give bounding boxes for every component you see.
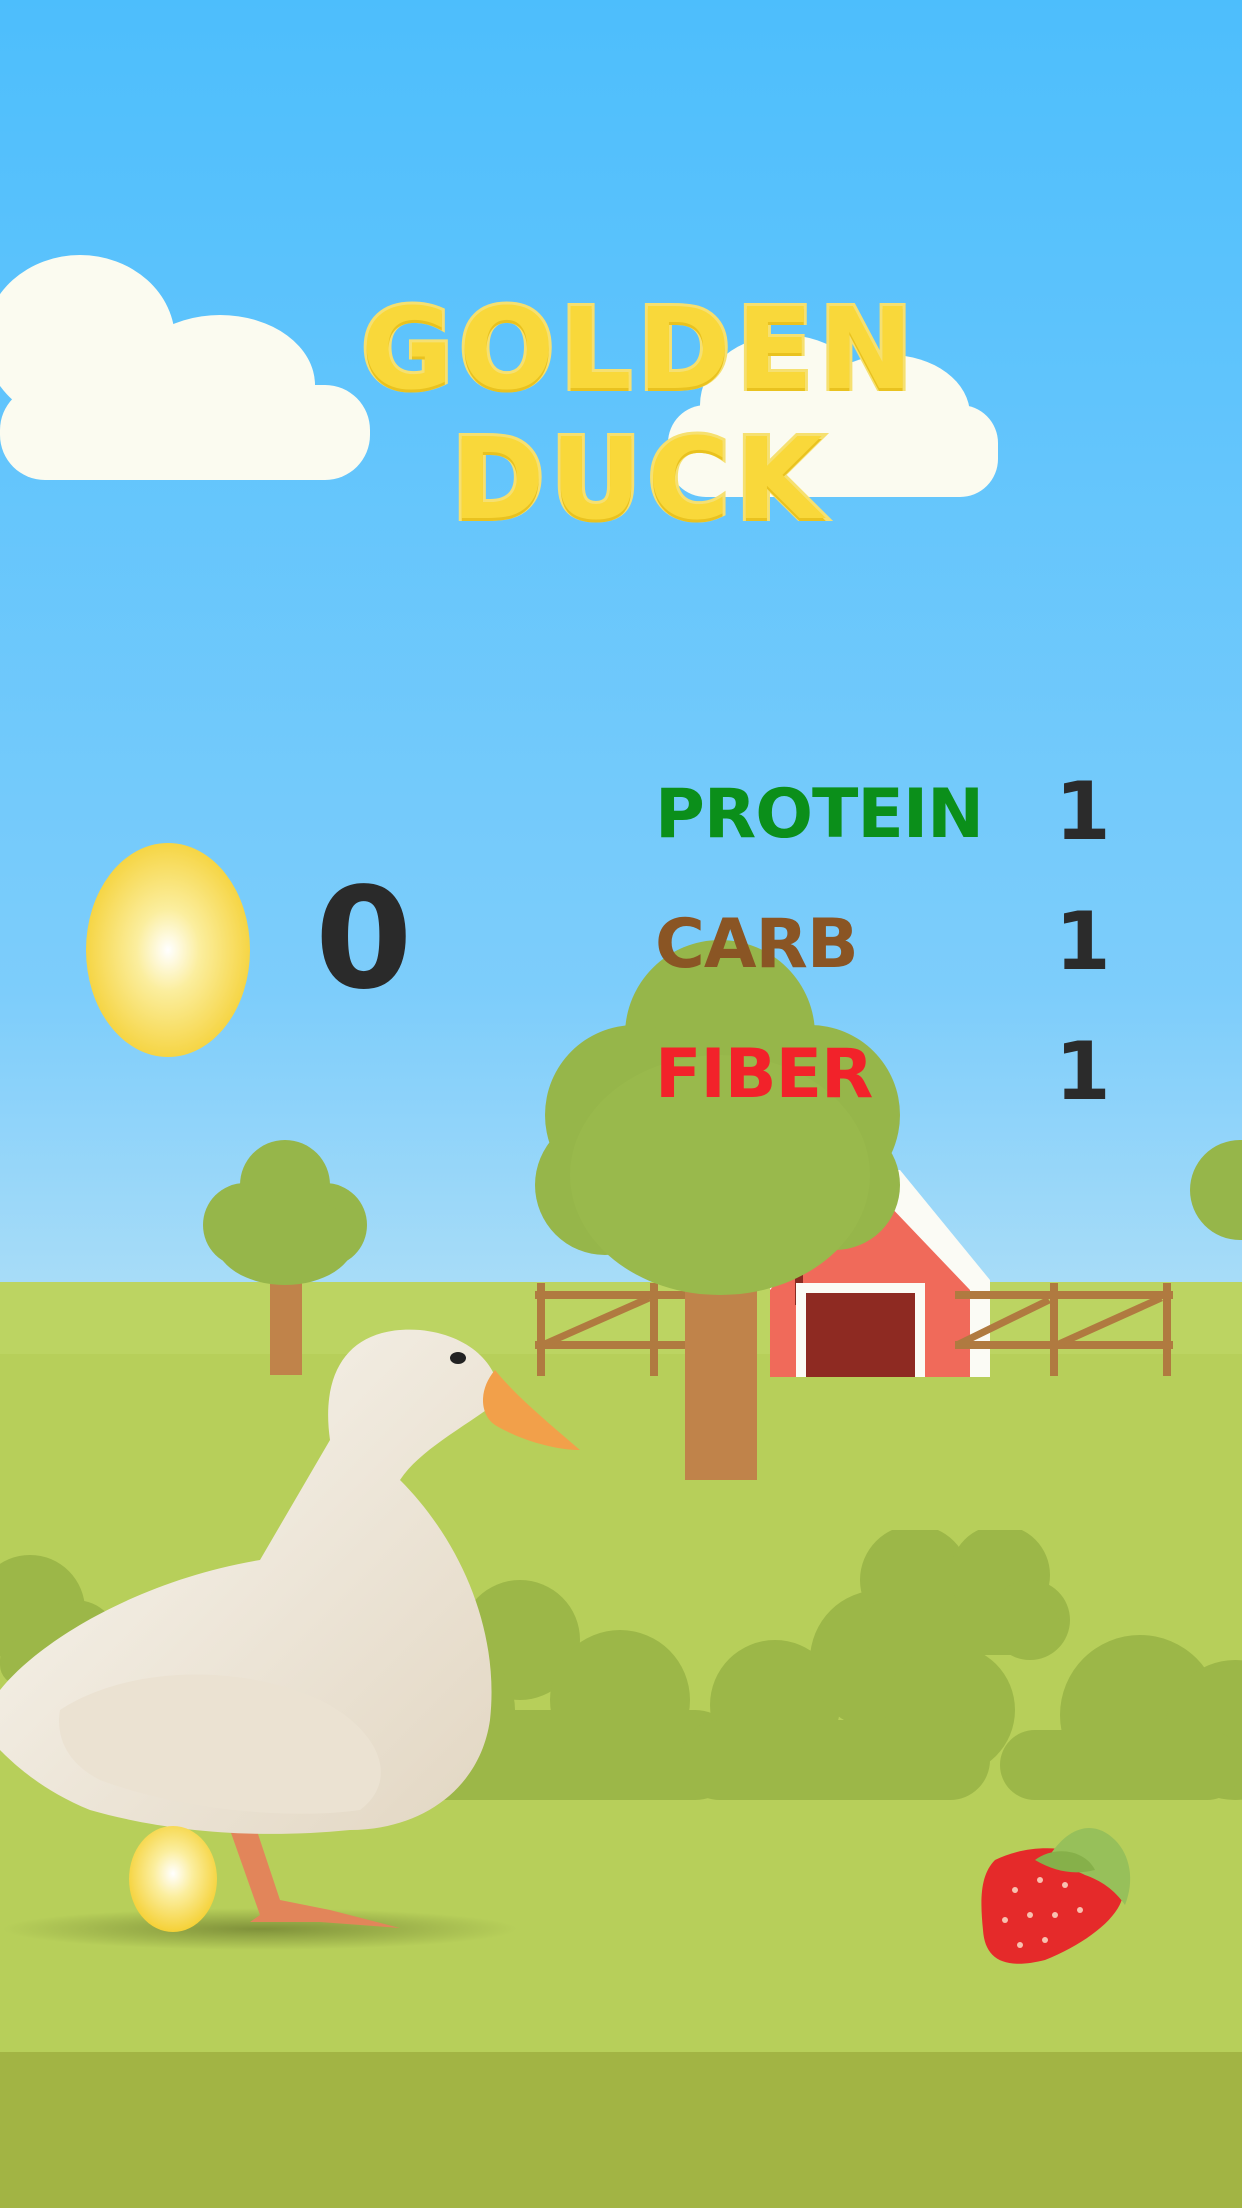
ground-bottom <box>0 2052 1242 2208</box>
game-scene[interactable]: GOLDEN DUCK 0 PROTEIN 1 CARB 1 FIBER 1 <box>0 0 1242 2208</box>
tree-big <box>535 940 900 1480</box>
strawberry-icon[interactable] <box>975 1820 1145 1970</box>
egg-score: 0 <box>315 858 413 1021</box>
stat-value-protein: 1 <box>1055 765 1111 858</box>
fence-right <box>955 1283 1173 1376</box>
stat-label-fiber: FIBER <box>655 1035 873 1114</box>
stat-label-carb: CARB <box>655 905 859 984</box>
laid-egg-icon[interactable] <box>128 1825 218 1933</box>
stat-value-carb: 1 <box>1055 895 1111 988</box>
tree-small-right-edge <box>1190 1140 1242 1240</box>
duck-icon[interactable] <box>0 1310 590 1940</box>
stat-value-fiber: 1 <box>1055 1025 1111 1118</box>
game-title: GOLDEN DUCK <box>358 282 919 548</box>
golden-egg-icon <box>86 843 250 1057</box>
stat-label-protein: PROTEIN <box>655 775 984 854</box>
